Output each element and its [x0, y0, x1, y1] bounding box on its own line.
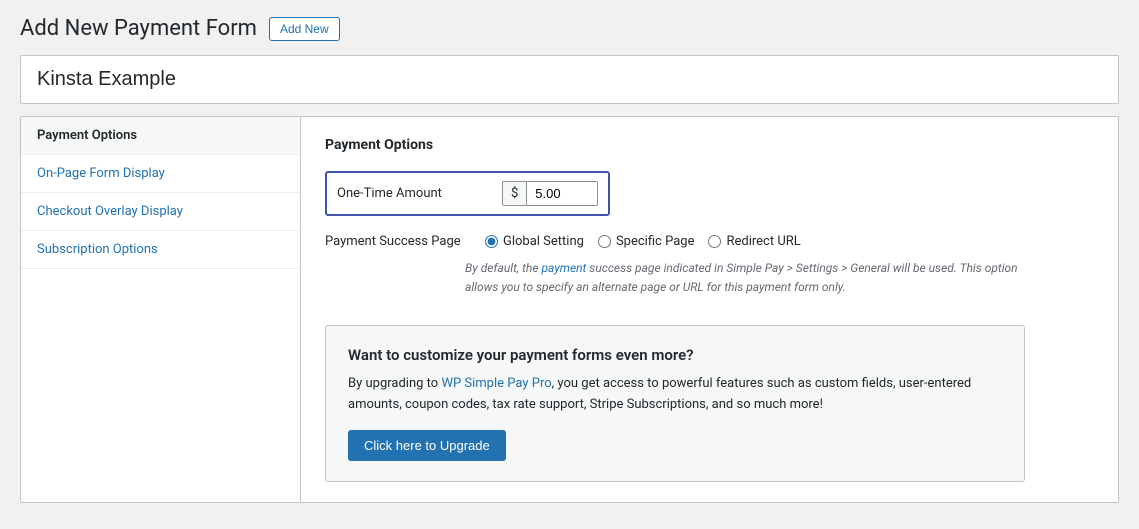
upgrade-text: By upgrading to WP Simple Pay Pro, you g… — [348, 374, 1002, 416]
page-title: Add New Payment Form — [20, 16, 257, 41]
one-time-amount-label: One-Time Amount — [337, 186, 442, 201]
form-title-input[interactable] — [37, 68, 1102, 91]
amount-input[interactable] — [527, 182, 597, 205]
radio-global-setting[interactable]: Global Setting — [485, 234, 584, 249]
sidebar-item-on-page-form-display[interactable]: On-Page Form Display — [21, 155, 300, 193]
main-area: Payment Options On-Page Form Display Che… — [20, 116, 1119, 503]
help-text: By default, the payment success page ind… — [465, 259, 1025, 297]
form-title-bar — [20, 55, 1119, 104]
upgrade-title: Want to customize your payment forms eve… — [348, 346, 1002, 364]
upgrade-text-link: WP Simple Pay Pro — [441, 376, 551, 391]
upgrade-box: Want to customize your payment forms eve… — [325, 325, 1025, 482]
section-title: Payment Options — [325, 137, 1094, 153]
add-new-button[interactable]: Add New — [269, 17, 340, 41]
payment-success-label: Payment Success Page — [325, 234, 465, 249]
radio-group: Global Setting Specific Page Redirect UR… — [485, 234, 801, 249]
upgrade-button[interactable]: Click here to Upgrade — [348, 430, 506, 461]
sidebar-item-subscription-options[interactable]: Subscription Options — [21, 231, 300, 269]
sidebar-item-payment-options[interactable]: Payment Options — [21, 117, 300, 155]
amount-field: $ — [502, 181, 598, 206]
sidebar: Payment Options On-Page Form Display Che… — [21, 117, 301, 502]
help-text-payment-link: payment — [541, 261, 586, 275]
radio-redirect-url[interactable]: Redirect URL — [708, 234, 800, 249]
currency-symbol: $ — [503, 182, 527, 205]
radio-specific-page[interactable]: Specific Page — [598, 234, 695, 249]
sidebar-item-checkout-overlay-display[interactable]: Checkout Overlay Display — [21, 193, 300, 231]
content-area: Payment Options One-Time Amount $ Paymen… — [301, 117, 1118, 502]
payment-success-row: Payment Success Page Global Setting Spec… — [325, 234, 1094, 249]
one-time-amount-box: One-Time Amount $ — [325, 171, 610, 216]
